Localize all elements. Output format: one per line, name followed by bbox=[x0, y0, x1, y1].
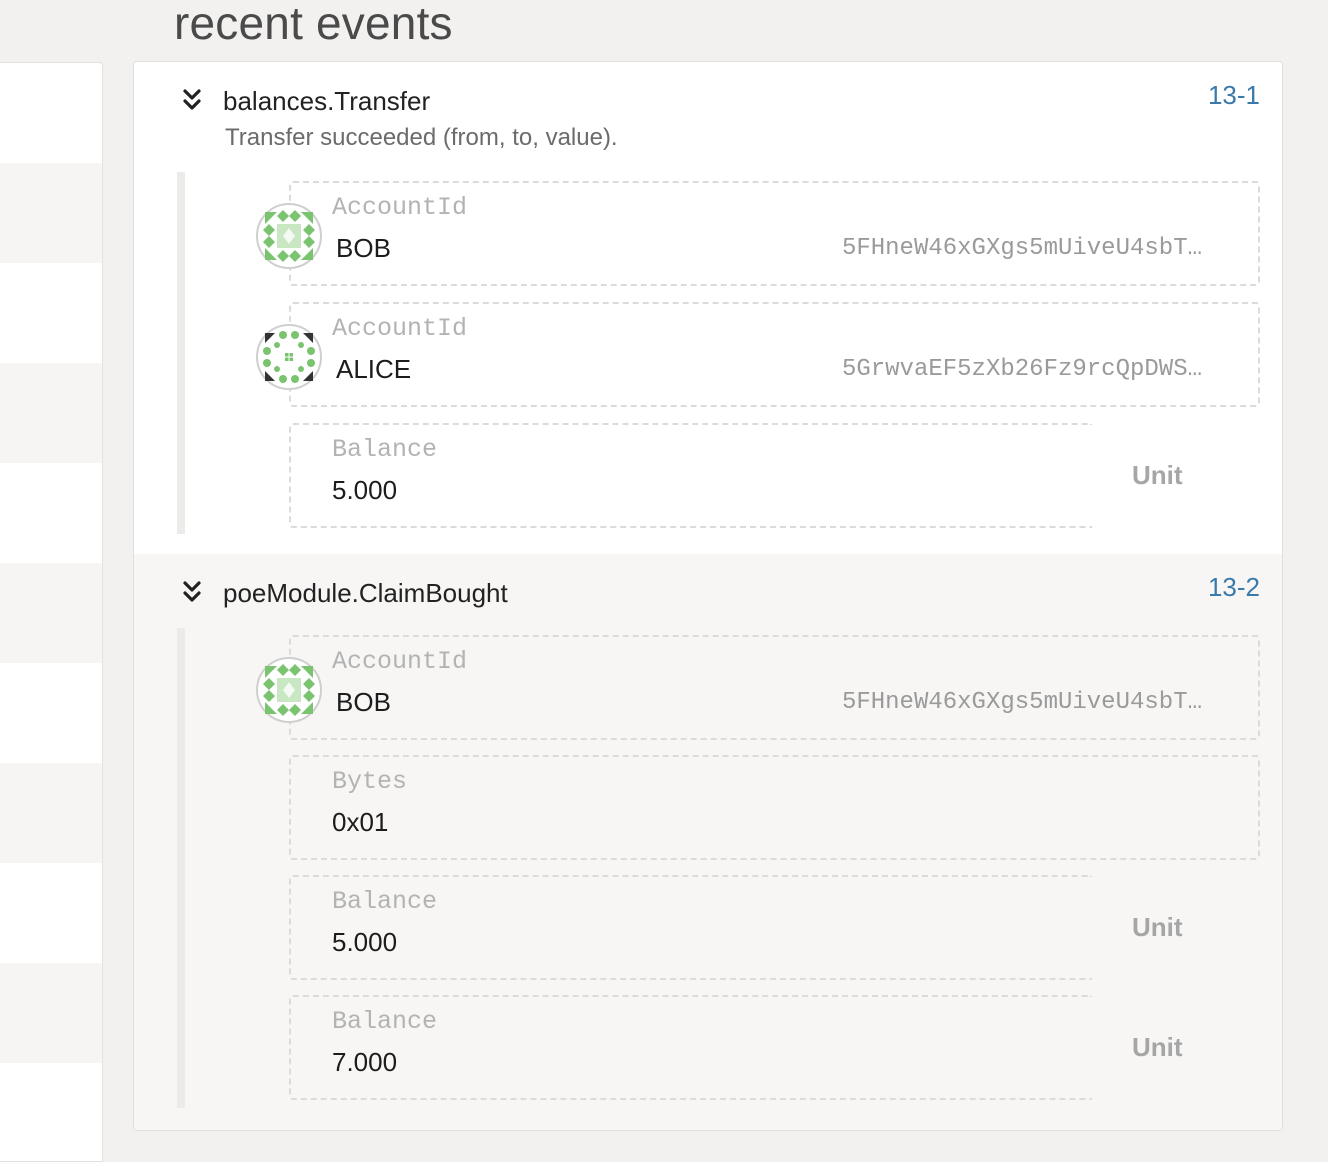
event-row[interactable]: balances.Transfer Transfer succeeded (fr… bbox=[134, 62, 1282, 554]
account-address[interactable]: 5FHneW46xGXgs5mUiveU4sbT… bbox=[842, 689, 1202, 716]
balance-value: 7.000 bbox=[332, 1047, 398, 1077]
balance-unit: Unit bbox=[1132, 460, 1183, 490]
balance-value: 5.000 bbox=[332, 475, 398, 505]
account-name: BOB bbox=[336, 687, 391, 717]
event-description: Transfer succeeded (from, to, value). bbox=[225, 124, 618, 151]
balance-unit: Unit bbox=[1132, 1032, 1183, 1062]
event-method: poeModule.ClaimBought bbox=[223, 578, 508, 608]
alice-identicon[interactable] bbox=[255, 323, 323, 391]
param-account: AccountId ALICE 5GrwvaEF5zXb26Fz9rcQpDWS… bbox=[289, 302, 1260, 407]
param-type: Bytes bbox=[332, 767, 408, 796]
param-balance: Balance 7.000 bbox=[289, 995, 1092, 1100]
account-address[interactable]: 5FHneW46xGXgs5mUiveU4sbT… bbox=[842, 235, 1202, 262]
param-account: AccountId BOB 5FHneW46xGXgs5mUiveU4sbT… bbox=[289, 635, 1260, 740]
left-panel-row bbox=[0, 763, 102, 863]
chevron-double-down-icon[interactable] bbox=[182, 88, 202, 112]
param-bytes: Bytes 0x01 bbox=[289, 755, 1260, 860]
balance-value: 5.000 bbox=[332, 927, 398, 957]
left-panel-row bbox=[0, 563, 102, 663]
param-type: Balance bbox=[332, 1007, 438, 1036]
param-type: Balance bbox=[332, 435, 438, 464]
event-method: balances.Transfer bbox=[223, 86, 431, 116]
left-panel bbox=[0, 62, 103, 1162]
event-params-bar bbox=[177, 172, 185, 534]
account-address[interactable]: 5GrwvaEF5zXb26Fz9rcQpDWS… bbox=[842, 356, 1202, 383]
account-name: ALICE bbox=[336, 354, 412, 384]
param-type: Balance bbox=[332, 887, 438, 916]
events-list: balances.Transfer Transfer succeeded (fr… bbox=[133, 61, 1283, 1131]
left-panel-row bbox=[0, 163, 102, 263]
param-type: AccountId bbox=[332, 314, 468, 343]
left-panel-row bbox=[0, 963, 102, 1063]
event-id-link[interactable]: 13-1 bbox=[1208, 80, 1260, 111]
bob-identicon[interactable] bbox=[255, 202, 323, 270]
bytes-value: 0x01 bbox=[332, 807, 389, 837]
param-account: AccountId BOB 5FHneW46xGXgs5mUiveU4sbT… bbox=[289, 181, 1260, 286]
account-name: BOB bbox=[336, 233, 391, 263]
left-panel-row bbox=[0, 363, 102, 463]
chevron-double-down-icon[interactable] bbox=[182, 580, 202, 604]
section-title: recent events bbox=[174, 0, 453, 49]
bob-identicon[interactable] bbox=[255, 656, 323, 724]
param-type: AccountId bbox=[332, 647, 468, 676]
param-balance: Balance 5.000 bbox=[289, 875, 1092, 980]
balance-unit: Unit bbox=[1132, 912, 1183, 942]
event-row[interactable]: poeModule.ClaimBought 13-2 AccountId BOB… bbox=[134, 554, 1282, 1130]
event-id-link[interactable]: 13-2 bbox=[1208, 572, 1260, 603]
param-type: AccountId bbox=[332, 193, 468, 222]
event-params-bar bbox=[177, 628, 185, 1108]
param-balance: Balance 5.000 bbox=[289, 423, 1092, 528]
